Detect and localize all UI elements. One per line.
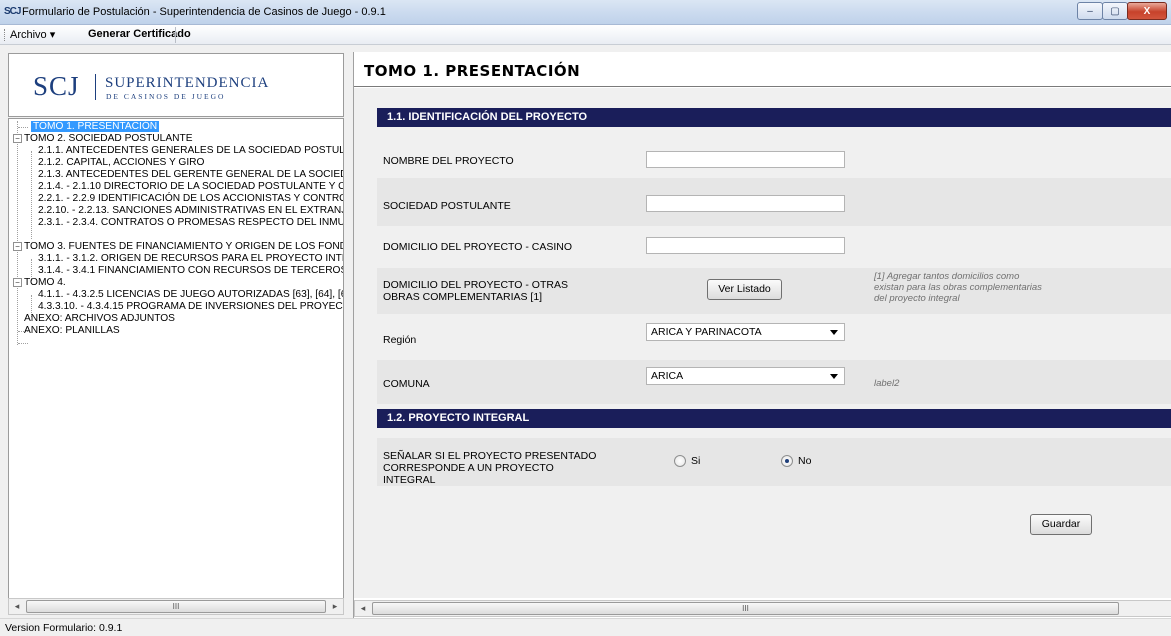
logo-line1: SUPERINTENDENCIA bbox=[105, 75, 270, 91]
tree-item-2-2-10[interactable]: 2.2.10. - 2.2.13. SANCIONES ADMINISTRATI… bbox=[38, 205, 343, 217]
scroll-right-icon[interactable]: ▸ bbox=[327, 599, 343, 614]
radio-no[interactable]: No bbox=[781, 455, 821, 468]
tree-item-2-1-3[interactable]: 2.1.3. ANTECEDENTES DEL GERENTE GENERAL … bbox=[38, 169, 343, 181]
row-sociedad-postulante: SOCIEDAD POSTULANTE bbox=[377, 178, 1171, 226]
maximize-button[interactable]: ▢ bbox=[1102, 2, 1128, 20]
tree-item-anexo-planillas[interactable]: ANEXO: PLANILLAS bbox=[24, 325, 120, 337]
window-title: Formulario de Postulación - Superintende… bbox=[22, 6, 386, 18]
tree-item-tomo4[interactable]: TOMO 4. bbox=[24, 277, 66, 289]
radio-no-circle[interactable] bbox=[781, 455, 793, 467]
radio-no-label: No bbox=[798, 455, 812, 467]
domicilio-casino-input[interactable] bbox=[646, 237, 845, 254]
window-controls: – ▢ X bbox=[1077, 2, 1167, 20]
row-region: Región ARICA Y PARINACOTA bbox=[377, 314, 1171, 360]
tree-item-tomo1[interactable]: TOMO 1. PRESENTACIÓN bbox=[31, 121, 160, 133]
tree-item-3-1-4[interactable]: 3.1.4. - 3.4.1 FINANCIAMIENTO CON RECURS… bbox=[38, 265, 343, 277]
tree-item-tomo2[interactable]: TOMO 2. SOCIEDAD POSTULANTE bbox=[24, 133, 193, 145]
collapse-icon[interactable]: − bbox=[13, 242, 22, 251]
sociedad-postulante-label: SOCIEDAD POSTULANTE bbox=[383, 200, 511, 212]
nombre-proyecto-input[interactable] bbox=[646, 151, 845, 168]
page-title: TOMO 1. PRESENTACIÓN bbox=[364, 62, 581, 80]
chevron-down-icon bbox=[830, 374, 838, 379]
form-content: 1.1. IDENTIFICACIÓN DEL PROYECTO NOMBRE … bbox=[354, 88, 1171, 598]
comuna-label: COMUNA bbox=[383, 378, 430, 390]
nombre-proyecto-label: NOMBRE DEL PROYECTO bbox=[383, 155, 514, 167]
section-tree[interactable]: TOMO 1. PRESENTACIÓN − TOMO 2. SOCIEDAD … bbox=[8, 118, 344, 602]
region-selected-value: ARICA Y PARINACOTA bbox=[651, 326, 762, 338]
row-proyecto-integral: SEÑALAR SI EL PROYECTO PRESENTADO CORRES… bbox=[377, 438, 1171, 486]
menu-separator bbox=[175, 27, 176, 43]
tree-line bbox=[31, 151, 32, 239]
tree-item-tomo3[interactable]: TOMO 3. FUENTES DE FINANCIAMIENTO Y ORIG… bbox=[24, 241, 343, 253]
tree-item-2-3-1[interactable]: 2.3.1. - 2.3.4. CONTRATOS O PROMESAS RES… bbox=[38, 217, 343, 229]
section-header-identificacion: 1.1. IDENTIFICACIÓN DEL PROYECTO bbox=[377, 108, 1171, 127]
comuna-note: label2 bbox=[874, 378, 900, 389]
region-select[interactable]: ARICA Y PARINACOTA bbox=[646, 323, 845, 341]
navigation-panel: SCJ SUPERINTENDENCIA DE CASINOS DE JUEGO… bbox=[4, 50, 345, 618]
tree-line bbox=[18, 343, 28, 344]
radio-si-label: Si bbox=[691, 455, 701, 467]
tree-line bbox=[17, 121, 18, 345]
tree-item-3-1-1[interactable]: 3.1.1. - 3.1.2. ORIGEN DE RECURSOS PARA … bbox=[38, 253, 343, 265]
toolbar-grip[interactable] bbox=[4, 29, 7, 41]
scroll-left-icon[interactable]: ◂ bbox=[355, 601, 371, 616]
tree-item-2-1-1[interactable]: 2.1.1. ANTECEDENTES GENERALES DE LA SOCI… bbox=[38, 145, 343, 157]
radio-si-circle[interactable] bbox=[674, 455, 686, 467]
otras-obras-note: [1] Agregar tantos domicilios como exist… bbox=[874, 271, 1042, 304]
row-otras-obras: DOMICILIO DEL PROYECTO - OTRAS OBRAS COM… bbox=[377, 268, 1171, 314]
collapse-icon[interactable]: − bbox=[13, 278, 22, 287]
tree-item-4-3-3[interactable]: 4.3.3.10. - 4.3.4.15 PROGRAMA DE INVERSI… bbox=[38, 301, 343, 313]
collapse-icon[interactable]: − bbox=[13, 134, 22, 143]
tree-item-2-1-2[interactable]: 2.1.2. CAPITAL, ACCIONES Y GIRO bbox=[38, 157, 204, 169]
comuna-selected-value: ARICA bbox=[651, 370, 684, 382]
app-icon: SCJ bbox=[4, 6, 21, 17]
logo-scj-text: SCJ bbox=[33, 71, 80, 101]
section-header-proyecto-integral: 1.2. PROYECTO INTEGRAL bbox=[377, 409, 1171, 428]
ver-listado-button[interactable]: Ver Listado bbox=[707, 279, 782, 300]
title-divider bbox=[354, 86, 1171, 87]
proyecto-integral-label: SEÑALAR SI EL PROYECTO PRESENTADO CORRES… bbox=[383, 450, 597, 486]
tree-item-2-1-4[interactable]: 2.1.4. - 2.1.10 DIRECTORIO DE LA SOCIEDA… bbox=[38, 181, 343, 193]
sociedad-postulante-input[interactable] bbox=[646, 195, 845, 212]
tree-horizontal-scrollbar[interactable]: ◂ III ▸ bbox=[8, 598, 344, 615]
minimize-button[interactable]: – bbox=[1077, 2, 1103, 20]
row-comuna: COMUNA ARICA label2 bbox=[377, 360, 1171, 404]
region-label: Región bbox=[383, 334, 417, 346]
row-domicilio-casino: DOMICILIO DEL PROYECTO - CASINO bbox=[377, 226, 1171, 268]
tree-item-2-2-1[interactable]: 2.2.1. - 2.2.9 IDENTIFICACIÓN DE LOS ACC… bbox=[38, 193, 343, 205]
scroll-thumb[interactable]: III bbox=[372, 602, 1119, 615]
menu-archivo[interactable]: Archivo ▾ bbox=[10, 28, 55, 41]
chevron-down-icon bbox=[830, 330, 838, 335]
close-button[interactable]: X bbox=[1127, 2, 1167, 20]
tree-item-4-1-1[interactable]: 4.1.1. - 4.3.2.5 LICENCIAS DE JUEGO AUTO… bbox=[38, 289, 343, 301]
scj-logo: SCJ SUPERINTENDENCIA DE CASINOS DE JUEGO bbox=[8, 53, 344, 117]
form-horizontal-scrollbar[interactable]: ◂ III bbox=[354, 600, 1171, 617]
title-bar: SCJ Formulario de Postulación - Superint… bbox=[0, 0, 1171, 25]
tree-line bbox=[18, 127, 28, 128]
form-panel: TOMO 1. PRESENTACIÓN 1.1. IDENTIFICACIÓN… bbox=[353, 52, 1171, 618]
status-bar: Version Formulario: 0.9.1 bbox=[0, 618, 1171, 636]
menu-bar: Archivo ▾ Generar Certificado bbox=[0, 25, 1171, 45]
otras-obras-label: DOMICILIO DEL PROYECTO - OTRAS OBRAS COM… bbox=[383, 279, 568, 303]
row-nombre-proyecto: NOMBRE DEL PROYECTO bbox=[377, 140, 1171, 178]
scroll-left-icon[interactable]: ◂ bbox=[9, 599, 25, 614]
version-label: Version Formulario: 0.9.1 bbox=[5, 622, 123, 634]
guardar-button[interactable]: Guardar bbox=[1030, 514, 1092, 535]
radio-si[interactable]: Si bbox=[674, 455, 714, 468]
logo-divider bbox=[95, 74, 96, 100]
domicilio-casino-label: DOMICILIO DEL PROYECTO - CASINO bbox=[383, 241, 573, 253]
comuna-select[interactable]: ARICA bbox=[646, 367, 845, 385]
tree-item-anexo-archivos[interactable]: ANEXO: ARCHIVOS ADJUNTOS bbox=[24, 313, 175, 325]
scroll-thumb[interactable]: III bbox=[26, 600, 326, 613]
logo-line2: DE CASINOS DE JUEGO bbox=[106, 92, 226, 101]
